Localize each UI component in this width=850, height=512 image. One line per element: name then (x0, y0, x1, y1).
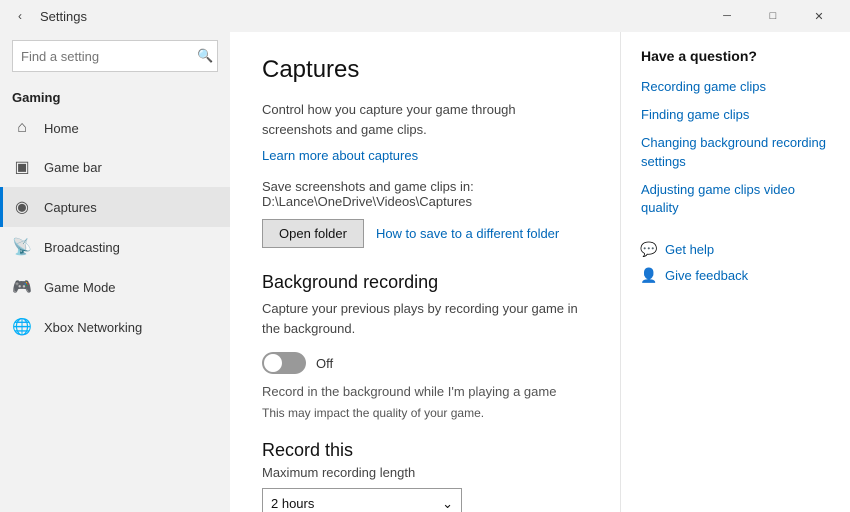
right-panel: Have a question? Recording game clips Fi… (620, 32, 850, 512)
sidebar-item-xbox-networking[interactable]: 🌐 Xbox Networking (0, 307, 230, 347)
toggle-knob (264, 354, 282, 372)
sidebar: 🔍 Gaming ⌂ Home ▣ Game bar ◉ Captures 📡 … (0, 32, 230, 512)
main-content: Captures Control how you capture your ga… (230, 32, 620, 512)
minimize-button[interactable]: ─ (704, 0, 750, 32)
help-link-2[interactable]: Changing background recording settings (641, 134, 830, 170)
gamebar-icon: ▣ (12, 157, 32, 177)
sidebar-item-xbox-networking-label: Xbox Networking (44, 320, 142, 335)
sidebar-item-gamemode-label: Game Mode (44, 280, 116, 295)
maximize-button[interactable]: □ (750, 0, 796, 32)
background-recording-desc: Capture your previous plays by recording… (262, 299, 588, 338)
main-description: Control how you capture your game throug… (262, 100, 588, 139)
how-to-save-link[interactable]: How to save to a different folder (376, 226, 559, 241)
sidebar-item-broadcasting[interactable]: 📡 Broadcasting (0, 227, 230, 267)
help-links: Recording game clips Finding game clips … (641, 78, 830, 217)
title-bar: ‹ Settings ─ □ ✕ (0, 0, 850, 32)
sidebar-item-broadcasting-label: Broadcasting (44, 240, 120, 255)
sidebar-item-captures-label: Captures (44, 200, 97, 215)
learn-more-link[interactable]: Learn more about captures (262, 148, 418, 163)
broadcasting-icon: 📡 (12, 237, 32, 257)
save-path: Save screenshots and game clips in: D:\L… (262, 179, 588, 209)
record-this-title: Record this (262, 440, 588, 461)
recording-length-value: 2 hours (271, 496, 314, 511)
recording-length-select[interactable]: 2 hours ⌄ (262, 488, 462, 512)
window-controls: ─ □ ✕ (704, 0, 842, 32)
background-recording-toggle[interactable] (262, 352, 306, 374)
sidebar-item-gamebar-label: Game bar (44, 160, 102, 175)
home-icon: ⌂ (12, 119, 32, 137)
open-folder-button[interactable]: Open folder (262, 219, 364, 248)
search-box[interactable]: 🔍 (12, 40, 218, 72)
get-help-icon: 💬 (641, 241, 657, 257)
feedback-icon: 👤 (641, 267, 657, 283)
help-link-1[interactable]: Finding game clips (641, 106, 830, 124)
sidebar-item-home-label: Home (44, 121, 79, 136)
search-icon: 🔍 (197, 48, 213, 64)
sidebar-section-label: Gaming (0, 84, 230, 109)
help-link-3[interactable]: Adjusting game clips video quality (641, 181, 830, 217)
sidebar-item-gamebar[interactable]: ▣ Game bar (0, 147, 230, 187)
folder-button-row: Open folder How to save to a different f… (262, 219, 588, 248)
feedback-link[interactable]: Give feedback (665, 268, 748, 283)
toggle-row-label: Record in the background while I'm playi… (262, 382, 588, 402)
record-sub-label: Maximum recording length (262, 465, 588, 480)
back-button[interactable]: ‹ (8, 4, 32, 28)
captures-icon: ◉ (12, 197, 32, 217)
get-help-row[interactable]: 💬 Get help (641, 241, 830, 257)
gamemode-icon: 🎮 (12, 277, 32, 297)
xbox-networking-icon: 🌐 (12, 317, 32, 337)
app-body: 🔍 Gaming ⌂ Home ▣ Game bar ◉ Captures 📡 … (0, 32, 850, 512)
sidebar-item-home[interactable]: ⌂ Home (0, 109, 230, 147)
sidebar-item-captures[interactable]: ◉ Captures (0, 187, 230, 227)
toggle-off-label: Off (316, 356, 333, 371)
help-title: Have a question? (641, 48, 830, 64)
get-help-link[interactable]: Get help (665, 242, 714, 257)
chevron-down-icon: ⌄ (442, 496, 453, 512)
help-link-0[interactable]: Recording game clips (641, 78, 830, 96)
close-button[interactable]: ✕ (796, 0, 842, 32)
feedback-row[interactable]: 👤 Give feedback (641, 267, 830, 283)
sidebar-item-gamemode[interactable]: 🎮 Game Mode (0, 267, 230, 307)
page-title: Captures (262, 56, 588, 84)
search-input[interactable] (21, 49, 197, 64)
background-toggle-row: Off (262, 352, 588, 374)
window-title: Settings (40, 9, 704, 24)
background-recording-title: Background recording (262, 272, 588, 293)
impact-text: This may impact the quality of your game… (262, 406, 588, 420)
